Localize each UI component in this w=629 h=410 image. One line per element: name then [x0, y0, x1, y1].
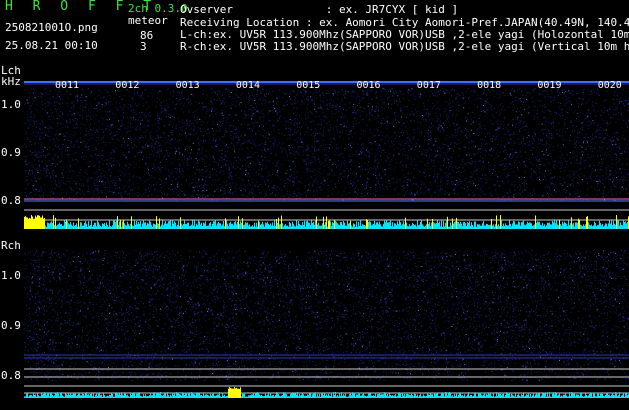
time-marker: 0018 — [477, 80, 502, 91]
time-marker: 0011 — [55, 80, 80, 91]
spectrogram-canvas — [24, 81, 629, 398]
time-marker: 0014 — [235, 80, 260, 91]
time-marker: 0019 — [537, 80, 562, 91]
time-marker: 0016 — [356, 80, 381, 91]
hrofft-window: H R O F F T 2ch 0.3.0 250821001O.png met… — [0, 0, 629, 410]
time-marker: 0015 — [296, 80, 321, 91]
time-marker: 0013 — [175, 80, 200, 91]
time-marker: 0017 — [416, 80, 441, 91]
time-marker: 0020 — [597, 80, 622, 91]
time-marker: 0012 — [115, 80, 140, 91]
